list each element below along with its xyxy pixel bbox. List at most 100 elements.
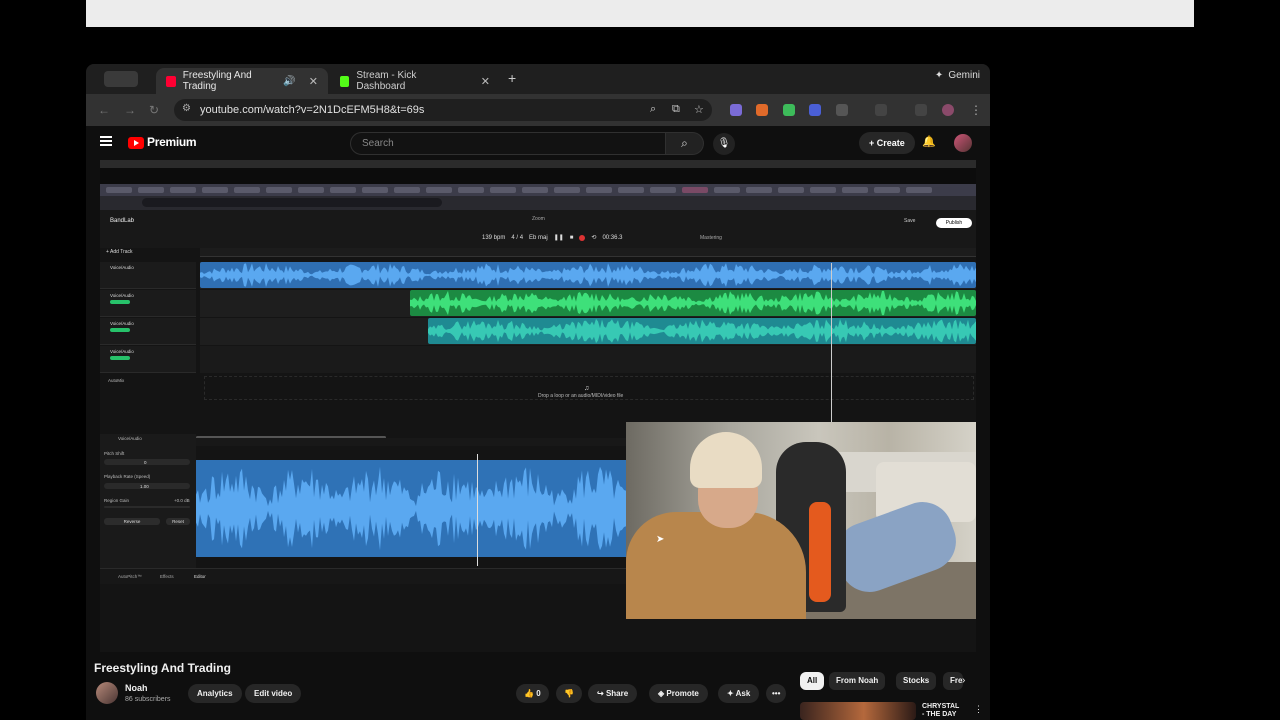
reload-icon[interactable]: ↻ (149, 103, 159, 117)
gemini-button[interactable]: ✦ Gemini (935, 70, 980, 81)
editor-ruler (196, 438, 626, 446)
youtube-logo-text[interactable]: Premium (147, 135, 197, 149)
promote-icon: ◈ (658, 689, 665, 698)
tab-label: Stream - Kick Dashboard (356, 70, 417, 92)
waveform (196, 466, 626, 551)
account-avatar[interactable] (954, 134, 972, 152)
gemini-sparkle-icon: ✦ (934, 70, 944, 81)
track-lane (200, 290, 976, 317)
video-player[interactable]: BandLab Zoom 139 bpm 4 / 4 Eb maj ❚❚ ■ ⟲… (100, 160, 976, 652)
recommendation-thumbnail[interactable] (800, 702, 916, 720)
channel-name[interactable]: Noah (125, 683, 148, 693)
create-button[interactable]: + Create (859, 132, 915, 154)
search-input[interactable]: Search (350, 132, 666, 155)
promote-button[interactable]: ◈ Promote (649, 684, 708, 703)
tab-label: Freestyling And Trading (182, 70, 252, 92)
share-button[interactable]: ↪ Share (588, 684, 638, 703)
youtube-logo-icon[interactable] (128, 137, 144, 149)
more-actions-icon[interactable]: ••• (766, 684, 787, 703)
editor-playhead (477, 454, 478, 566)
effects-tab-label: Effects (160, 574, 174, 579)
search-placeholder: Search (362, 138, 394, 149)
stream-menubar (100, 160, 976, 168)
record-icon (579, 234, 586, 241)
toolbar: ← → ↻ ⚙ youtube.com/watch?v=2N1DcEFM5H8&… (86, 94, 990, 126)
rec-title-line1: CHRYSTAL (922, 703, 960, 710)
extension-icon[interactable] (783, 104, 795, 116)
browser-window: Freestyling And Trading 🔊 ✕ Stream - Kic… (86, 64, 990, 720)
extension-icon[interactable] (730, 104, 742, 116)
ask-button[interactable]: ✦ Ask (718, 684, 760, 703)
address-bar[interactable]: ⚙ youtube.com/watch?v=2N1DcEFM5H8&t=69s … (174, 99, 712, 121)
region-gain-value: +0.0 dB (174, 498, 190, 503)
channel-avatar[interactable] (96, 682, 118, 704)
key: Eb maj (529, 234, 548, 241)
pitch-value: 0 (144, 460, 147, 465)
audio-clip (410, 290, 976, 316)
new-tab-icon[interactable]: + (508, 70, 516, 86)
timeline-ruler (200, 248, 976, 257)
stream-tab-strip (100, 184, 976, 196)
sidebar-icon[interactable] (875, 104, 887, 116)
microphone-icon[interactable]: 🎙 (713, 133, 735, 155)
mac-menu-bar (86, 0, 1194, 27)
menu-icon[interactable] (100, 136, 112, 146)
bookmark-star-icon[interactable]: ☆ (694, 103, 704, 116)
forward-icon[interactable]: → (124, 103, 136, 117)
extensions-puzzle-icon[interactable] (836, 104, 848, 116)
thumbs-down-icon: 👎 (564, 689, 574, 698)
time-display: 00:36.3 (602, 234, 623, 241)
editor-panel: Voice/Audio Pitch Shift 0 Playback Rate … (100, 434, 196, 584)
playback-rate-label: Playback Rate (Speed) (104, 474, 151, 479)
reading-list-icon[interactable] (915, 104, 927, 116)
plus-icon: + (869, 138, 875, 148)
project-title: Zoom (532, 216, 545, 222)
track-lane (200, 262, 976, 289)
track-header: Voice/Audio (100, 290, 196, 317)
browser-menu-icon[interactable]: ⋮ (970, 103, 982, 117)
tab-kick-dashboard[interactable]: Stream - Kick Dashboard ✕ (330, 68, 500, 94)
chip-partial[interactable]: Fre (943, 672, 963, 690)
track-header: Voice/Audio (100, 318, 196, 345)
share-label: Share (605, 689, 629, 698)
editor-track-label: Voice/Audio (118, 436, 142, 441)
youtube-favicon-icon (166, 75, 176, 87)
back-icon[interactable]: ← (98, 103, 110, 117)
thumbs-up-icon: 👍 (524, 689, 534, 698)
music-note-icon: ♫ (584, 385, 590, 392)
chevron-right-icon[interactable]: › (962, 675, 965, 686)
tab-freestyling[interactable]: Freestyling And Trading 🔊 ✕ (156, 68, 328, 94)
dislike-button[interactable]: 👎 (556, 684, 582, 703)
zoom-icon[interactable]: ⌕ (650, 103, 656, 116)
search-icon[interactable]: ⌕ (666, 132, 704, 155)
extension-icon[interactable] (809, 104, 821, 116)
youtube-header: Premium Search ⌕ 🎙 + Create 🔔 (86, 126, 990, 160)
install-icon[interactable]: ⧉ (672, 103, 680, 116)
edit-video-button[interactable]: Edit video (245, 684, 302, 703)
profile-avatar[interactable] (942, 104, 954, 116)
pause-icon: ❚❚ (553, 235, 564, 241)
tab-group-icon[interactable] (104, 71, 138, 87)
extension-icon[interactable] (756, 104, 768, 116)
close-tab-icon[interactable]: ✕ (309, 75, 318, 88)
save-label: Save (904, 218, 916, 224)
more-vert-icon[interactable]: ⋮ (974, 704, 983, 715)
pitch-shift-stepper (104, 459, 190, 465)
chip-all[interactable]: All (800, 672, 825, 690)
chip-from-noah[interactable]: From Noah (829, 672, 886, 690)
meter: 4 / 4 (511, 234, 524, 241)
chip-stocks[interactable]: Stocks (896, 672, 937, 690)
site-info-icon[interactable]: ⚙ (182, 103, 191, 114)
like-button[interactable]: 👍 0 (516, 684, 549, 703)
reverse-label: Reverse (104, 518, 160, 525)
track-lane (200, 346, 976, 373)
recommendation-title[interactable]: CHRYSTAL - THE DAY (922, 703, 959, 719)
kick-favicon-icon (340, 75, 350, 87)
automix-label: AutoMix (108, 378, 125, 383)
waveform (200, 263, 976, 287)
close-tab-icon[interactable]: ✕ (481, 75, 490, 88)
analytics-button[interactable]: Analytics (188, 684, 242, 703)
speaker-icon[interactable]: 🔊 (283, 76, 295, 87)
notifications-bell-icon[interactable]: 🔔 (922, 135, 936, 148)
create-label: Create (876, 138, 905, 148)
